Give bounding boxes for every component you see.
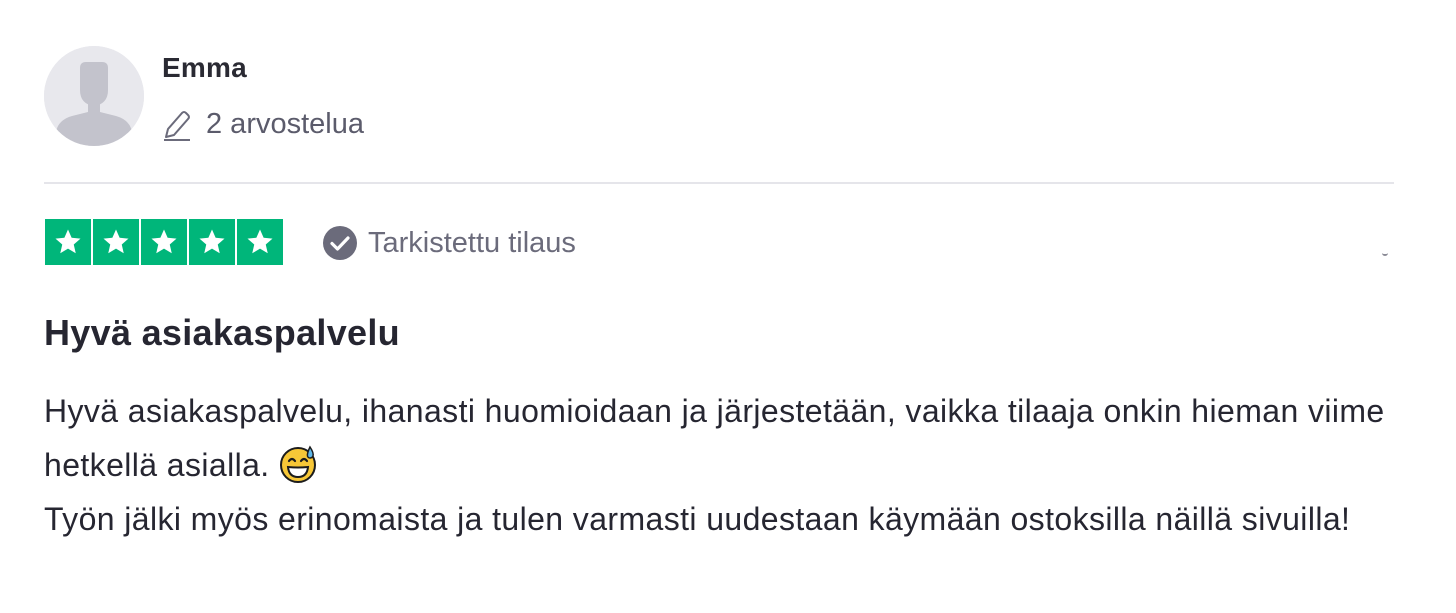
review-body: Hyvä asiakaspalvelu, ihanasti huomioidaa… <box>44 384 1424 546</box>
date-marker <box>1382 251 1388 256</box>
grinning-sweat-emoji-icon <box>278 444 318 484</box>
pencil-icon <box>162 107 192 141</box>
review-text-line: Työn jälki myös erinomaista ja tulen var… <box>44 501 1351 537</box>
divider <box>44 182 1394 184</box>
star-icon <box>141 219 187 265</box>
review-count-text: 2 arvostelua <box>206 107 364 140</box>
verified-badge[interactable]: Tarkistettu tilaus <box>322 223 576 263</box>
star-icon <box>189 219 235 265</box>
star-rating <box>45 219 283 265</box>
check-circle-icon <box>322 225 358 261</box>
review-paragraph: Hyvä asiakaspalvelu, ihanasti huomioidaa… <box>44 384 1424 492</box>
star-icon <box>45 219 91 265</box>
review-paragraph: Työn jälki myös erinomaista ja tulen var… <box>44 492 1424 546</box>
star-icon <box>93 219 139 265</box>
reviewer-name[interactable]: Emma <box>162 52 247 84</box>
review-title[interactable]: Hyvä asiakaspalvelu <box>44 312 400 354</box>
reviewer-avatar[interactable] <box>44 46 144 146</box>
review-text-line: Hyvä asiakaspalvelu, ihanasti huomioidaa… <box>44 393 1385 483</box>
user-silhouette-icon <box>44 46 144 146</box>
review-count: 2 arvostelua <box>162 104 364 144</box>
star-icon <box>237 219 283 265</box>
verified-label: Tarkistettu tilaus <box>368 226 576 259</box>
